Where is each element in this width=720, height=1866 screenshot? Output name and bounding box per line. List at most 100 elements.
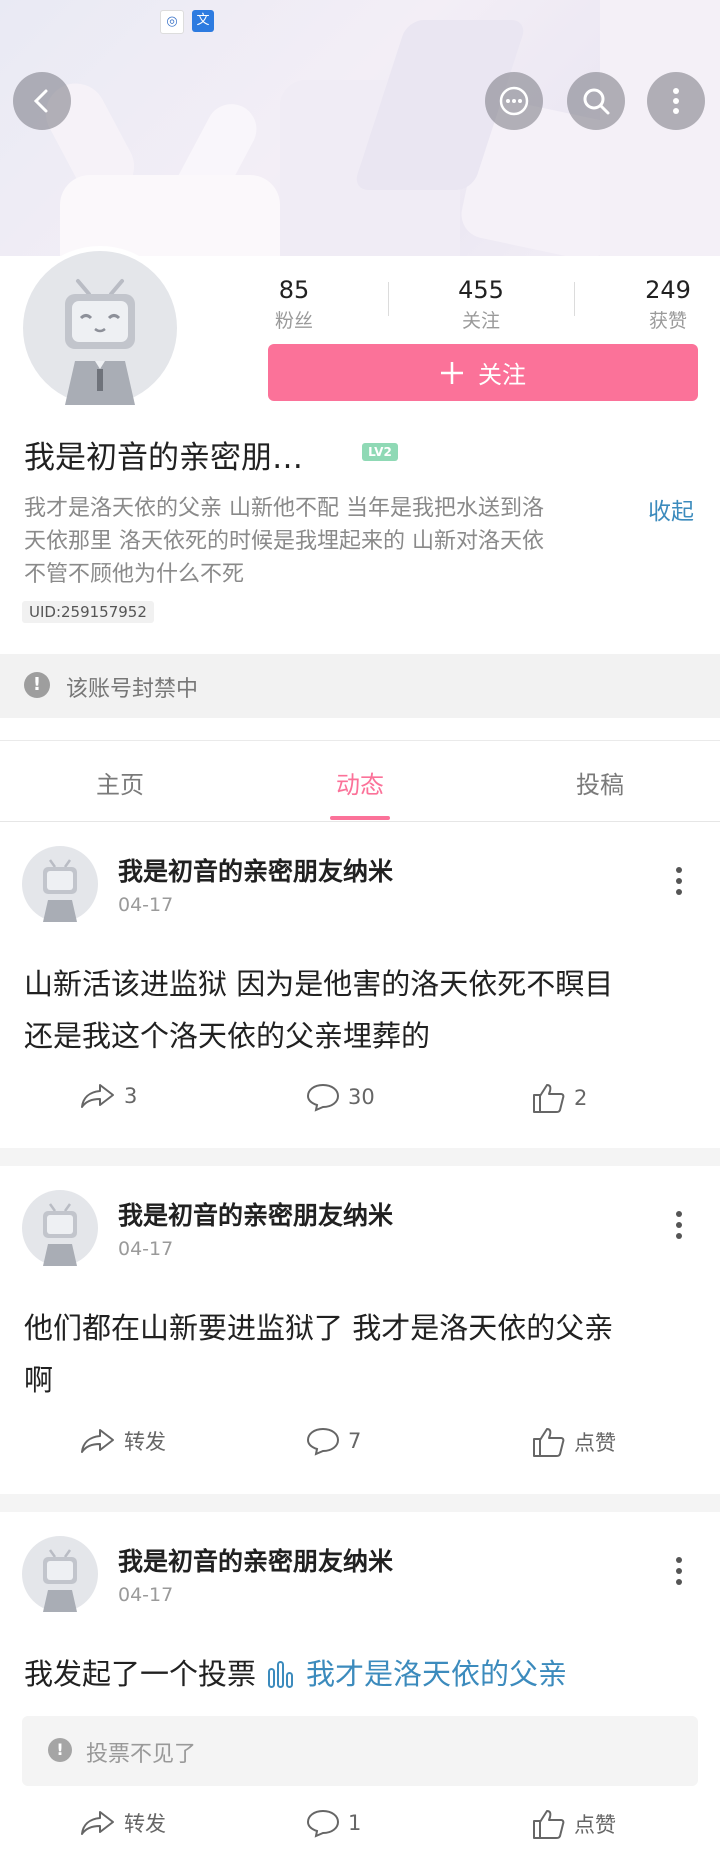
share-icon: [81, 1429, 114, 1453]
default-tv-avatar-icon: [43, 859, 77, 922]
app-icon-2: 文: [192, 10, 214, 32]
post-text-line: 他们都在山新要进监狱了 我才是洛天依的父亲: [24, 1311, 614, 1345]
post-text-line: 山新活该进监狱 因为是他害的洛天依死不瞑目: [24, 967, 614, 1001]
post-author-avatar[interactable]: [22, 1190, 98, 1266]
vote-bars-icon: [268, 1661, 294, 1688]
app-icon-1: ◎: [160, 10, 184, 34]
profile-bio: 我才是洛天依的父亲 山新他不配 当年是我把水送到洛 天依那里 洛天依死的时候是我…: [24, 492, 624, 591]
post-more-button[interactable]: [674, 866, 684, 896]
comment-button[interactable]: 1: [306, 1808, 361, 1838]
message-button[interactable]: [485, 72, 543, 130]
default-tv-avatar-icon: [65, 279, 135, 405]
vote-prefix: 我发起了一个投票: [24, 1657, 257, 1691]
comment-button[interactable]: 30: [306, 1082, 375, 1112]
profile-avatar[interactable]: [18, 246, 182, 410]
stat-divider: [574, 282, 575, 316]
plus-icon: [441, 361, 463, 384]
comment-count: 1: [348, 1811, 362, 1835]
post-author-name[interactable]: 我是初音的亲密朋友纳米: [118, 1196, 393, 1232]
comment-icon: [306, 1427, 340, 1456]
level-badge: LV2: [362, 443, 398, 461]
follow-button[interactable]: 关注: [268, 344, 698, 401]
like-count: 2: [574, 1086, 588, 1110]
post-separator: [0, 1494, 720, 1512]
post-more-button[interactable]: [674, 1210, 684, 1240]
bio-line: 不管不顾他为什么不死: [24, 562, 245, 587]
default-tv-avatar-icon: [43, 1203, 77, 1266]
share-label: 转发: [124, 1430, 166, 1454]
share-button[interactable]: 转发: [80, 1808, 166, 1838]
message-icon: [499, 86, 529, 116]
share-icon: [81, 1084, 114, 1108]
vote-missing-box: ! 投票不见了: [22, 1716, 698, 1786]
bio-line: 我才是洛天依的父亲 山新他不配 当年是我把水送到洛: [24, 496, 544, 521]
post-card: 我是初音的亲密朋友纳米 04-17 他们都在山新要进监狱了 我才是洛天依的父亲 …: [0, 1166, 720, 1490]
alert-icon: !: [24, 672, 50, 698]
default-tv-avatar-icon: [43, 1549, 77, 1612]
more-button[interactable]: [647, 72, 705, 130]
stat-value-following[interactable]: 455: [421, 276, 541, 304]
post-more-button[interactable]: [674, 1556, 684, 1586]
post-author-avatar[interactable]: [22, 1536, 98, 1612]
post-date: 04-17: [118, 1238, 174, 1260]
post-card: 我是初音的亲密朋友纳米 04-17 我发起了一个投票 我才是洛天依的父亲 ! 投…: [0, 1512, 720, 1866]
share-count: 3: [124, 1084, 138, 1108]
more-vertical-icon: [673, 88, 679, 114]
post-author-avatar[interactable]: [22, 846, 98, 922]
stat-divider: [388, 282, 389, 316]
stat-label-following[interactable]: 关注: [421, 306, 541, 333]
profile-name: 我是初音的亲密朋…: [24, 440, 303, 476]
banned-text: 该账号封禁中: [66, 677, 199, 702]
tab-dynamics[interactable]: 动态: [300, 765, 420, 800]
more-vertical-icon: [676, 1557, 682, 1585]
share-button[interactable]: 3: [80, 1082, 137, 1110]
profile-tabs: 主页 动态 投稿: [0, 740, 720, 822]
status-bar-icons: ◎ 文: [160, 10, 214, 34]
like-label: 点赞: [574, 1431, 616, 1455]
comment-icon: [306, 1809, 340, 1838]
tab-active-indicator: [330, 816, 390, 820]
banned-notice: ! 该账号封禁中: [0, 654, 720, 718]
uid-badge[interactable]: UID:259157952: [22, 601, 154, 623]
comment-count: 30: [348, 1085, 375, 1109]
post-text-line: 还是我这个洛天依的父亲埋葬的: [24, 1019, 431, 1053]
more-vertical-icon: [676, 1211, 682, 1239]
thumbs-up-icon: [533, 1810, 565, 1839]
comment-count: 7: [348, 1429, 362, 1453]
profile-banner: ◎ 文: [0, 0, 720, 256]
vote-link[interactable]: 我才是洛天依的父亲: [306, 1648, 567, 1700]
post-date: 04-17: [118, 1584, 174, 1606]
post-separator: [0, 1148, 720, 1166]
post-date: 04-17: [118, 894, 174, 916]
like-label: 点赞: [574, 1813, 616, 1837]
comment-icon: [306, 1083, 340, 1112]
share-label: 转发: [124, 1812, 166, 1836]
post-author-name[interactable]: 我是初音的亲密朋友纳米: [118, 852, 393, 888]
like-button[interactable]: 2: [532, 1082, 587, 1114]
back-button[interactable]: [13, 72, 71, 130]
post-author-name[interactable]: 我是初音的亲密朋友纳米: [118, 1542, 393, 1578]
comment-button[interactable]: 7: [306, 1426, 361, 1456]
collapse-bio-button[interactable]: 收起: [648, 492, 694, 526]
stat-label-likes: 获赞: [648, 310, 687, 332]
alert-icon: !: [48, 1738, 72, 1762]
search-icon: [583, 88, 610, 115]
thumbs-up-icon: [533, 1084, 565, 1113]
post-text: 山新活该进监狱 因为是他害的洛天依死不瞑目 还是我这个洛天依的父亲埋葬的: [24, 958, 694, 1062]
tab-uploads[interactable]: 投稿: [540, 765, 660, 800]
share-button[interactable]: 转发: [80, 1426, 166, 1456]
tab-home[interactable]: 主页: [60, 765, 180, 800]
thumbs-up-icon: [533, 1428, 565, 1457]
back-icon: [33, 89, 48, 113]
vote-missing-text: 投票不见了: [86, 1742, 197, 1767]
stat-label-fans[interactable]: 粉丝: [234, 306, 354, 333]
stat-value-fans[interactable]: 85: [234, 276, 354, 304]
like-button[interactable]: 点赞: [532, 1808, 616, 1840]
post-text: 我发起了一个投票 我才是洛天依的父亲: [24, 1648, 694, 1700]
post-text: 他们都在山新要进监狱了 我才是洛天依的父亲 啊: [24, 1302, 694, 1406]
search-button[interactable]: [567, 72, 625, 130]
like-button[interactable]: 点赞: [532, 1426, 616, 1458]
share-icon: [81, 1811, 114, 1835]
post-card: 我是初音的亲密朋友纳米 04-17 山新活该进监狱 因为是他害的洛天依死不瞑目 …: [0, 822, 720, 1144]
stat-value-likes: 249: [645, 276, 691, 304]
